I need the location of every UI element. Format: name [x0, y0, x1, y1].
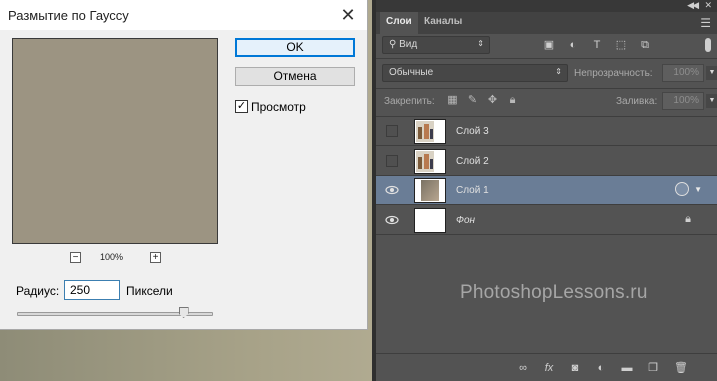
blend-mode-value: Обычные — [389, 67, 434, 78]
blur-preview[interactable] — [12, 38, 218, 244]
preview-checkbox[interactable]: ✓ — [235, 100, 248, 113]
radius-label: Радиус: — [16, 284, 60, 298]
cancel-button[interactable]: Отмена — [235, 67, 355, 86]
divider — [376, 88, 717, 89]
layer-thumbnail — [414, 178, 446, 203]
ok-button[interactable]: OK — [235, 38, 355, 57]
layers-panel: ◀◀ ✕ Слои Каналы ☰ ⚲ Вид ⇕ ▣ ◐ T ⬚ ⧉ Обы… — [372, 0, 717, 381]
radius-input[interactable] — [64, 280, 120, 300]
blend-mode-select[interactable]: Обычные ⇕ — [382, 64, 568, 82]
radius-slider-thumb[interactable] — [178, 307, 189, 318]
layer-name: Слой 1 — [456, 185, 489, 196]
add-mask-icon[interactable]: ◙ — [568, 361, 582, 375]
filter-toggle-switch[interactable] — [705, 38, 711, 52]
visibility-toggle-empty[interactable] — [386, 155, 398, 167]
fill-dropdown-icon[interactable]: ▼ — [706, 94, 717, 108]
layer-thumbnail — [414, 208, 446, 233]
expand-arrow-icon[interactable]: ▼ — [694, 185, 702, 194]
trash-icon[interactable]: 🗑︎ — [674, 361, 688, 375]
search-icon: ⚲ — [389, 39, 400, 50]
lock-icon: 🔒︎ — [685, 213, 691, 225]
chevron-updown-icon: ⇕ — [555, 67, 562, 76]
close-icon[interactable]: ✕ — [338, 5, 358, 25]
lock-transparent-pixels-icon[interactable]: ▦ — [446, 94, 459, 107]
gaussian-blur-dialog: Размытие по Гауссу ✕ − 100% + Радиус: Пи… — [0, 0, 368, 330]
layer-style-icon[interactable]: fx — [542, 361, 556, 375]
panel-tab-bar: Слои Каналы ☰ — [376, 12, 717, 34]
divider — [376, 58, 717, 59]
layer-name: Фон — [456, 215, 476, 226]
shape-filter-icon[interactable]: ⬚ — [614, 38, 628, 52]
image-filter-icon[interactable]: ▣ — [542, 38, 556, 52]
close-panel-icon[interactable]: ✕ — [704, 0, 712, 11]
filter-kind-select[interactable]: ⚲ Вид ⇕ — [382, 36, 490, 54]
eye-icon[interactable] — [385, 184, 399, 196]
layer-photo-icon — [421, 180, 439, 201]
panel-menu-icon[interactable]: ☰ — [700, 16, 711, 30]
panel-top-strip: ◀◀ ✕ — [376, 0, 717, 12]
smart-filter-icon — [675, 182, 689, 196]
tab-channels[interactable]: Каналы — [418, 12, 468, 34]
zoom-out-button[interactable]: − — [70, 252, 81, 263]
layer-row[interactable]: Фон 🔒︎ — [376, 206, 717, 235]
smart-object-filter-icon[interactable]: ⧉ — [638, 38, 652, 52]
opacity-dropdown-icon[interactable]: ▼ — [706, 66, 717, 80]
layer-row[interactable]: Слой 3 — [376, 117, 717, 146]
new-group-icon[interactable]: ▬ — [620, 361, 634, 375]
lock-all-icon[interactable]: 🔒︎ — [506, 94, 519, 107]
fill-field[interactable]: 100% — [662, 92, 704, 110]
tab-layers[interactable]: Слои — [380, 12, 418, 34]
dialog-titlebar: Размытие по Гауссу ✕ — [0, 0, 367, 30]
fill-label: Заливка: — [616, 96, 658, 107]
layer-mask-icon — [434, 151, 444, 172]
layer-filter-row: ⚲ Вид ⇕ ▣ ◐ T ⬚ ⧉ — [376, 34, 717, 56]
layer-name: Слой 2 — [456, 156, 489, 167]
watermark-text: PhotoshopLessons.ru — [460, 282, 648, 303]
layer-thumbnail — [414, 119, 446, 144]
opacity-field[interactable]: 100% — [662, 64, 704, 82]
layer-name: Слой 3 — [456, 126, 489, 137]
visibility-toggle-empty[interactable] — [386, 125, 398, 137]
zoom-in-button[interactable]: + — [150, 252, 161, 263]
layer-row-selected[interactable]: Слой 1 ▼ — [376, 176, 717, 205]
new-layer-icon[interactable]: ❐ — [646, 361, 660, 375]
lock-image-pixels-icon[interactable]: ✎ — [466, 94, 479, 107]
chevron-updown-icon: ⇕ — [477, 39, 484, 48]
lock-label: Закрепить: — [384, 96, 435, 107]
layer-thumbnail — [414, 149, 446, 174]
filter-kind-value: Вид — [399, 39, 418, 50]
dialog-title: Размытие по Гауссу — [8, 8, 129, 23]
layer-photo-icon — [416, 151, 434, 172]
panel-bottom-bar: ∞ fx ◙ ◐ ▬ ❐ 🗑︎ — [376, 353, 717, 381]
layer-mask-icon — [434, 121, 444, 142]
layer-photo-icon — [416, 121, 434, 142]
collapse-panel-icon[interactable]: ◀◀ — [687, 0, 699, 11]
adjustment-layer-icon[interactable]: ◐ — [594, 361, 608, 375]
eye-icon[interactable] — [385, 214, 399, 226]
opacity-label: Непрозрачность: — [574, 68, 653, 79]
type-filter-icon[interactable]: T — [590, 38, 604, 52]
zoom-value: 100% — [100, 252, 124, 262]
adjustment-filter-icon[interactable]: ◐ — [566, 38, 580, 52]
radius-units: Пиксели — [126, 284, 173, 298]
layer-row[interactable]: Слой 2 — [376, 147, 717, 176]
preview-label: Просмотр — [251, 100, 306, 114]
lock-position-icon[interactable]: ✥ — [486, 94, 499, 107]
link-layers-icon[interactable]: ∞ — [516, 361, 530, 375]
